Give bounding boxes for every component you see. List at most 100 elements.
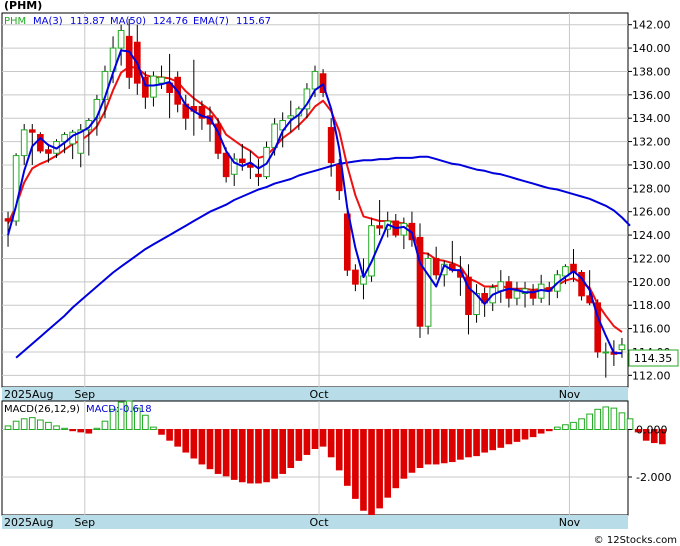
price-y-tick-label: 116.00 <box>632 323 671 336</box>
macd-bar <box>457 429 464 460</box>
macd-bar <box>206 429 214 470</box>
price-y-tick-label: 124.00 <box>632 229 671 242</box>
candle-body <box>287 115 295 119</box>
macd-bar <box>384 429 392 498</box>
candle-body <box>327 127 335 164</box>
macd-bar <box>376 429 383 509</box>
legend-ema7-value: 115.67 <box>236 16 271 27</box>
macd-x-tick-label: Oct <box>310 516 330 529</box>
macd-bar <box>432 429 440 465</box>
price-x-tick-label: Oct <box>310 388 330 401</box>
macd-bar <box>416 429 424 468</box>
macd-bar <box>327 429 335 458</box>
macd-bar <box>12 420 20 430</box>
candle-body <box>424 257 432 327</box>
legend-ticker: PHM <box>4 16 26 27</box>
macd-bar <box>513 429 521 442</box>
macd-bar <box>610 407 618 430</box>
macd-bar <box>198 429 206 465</box>
legend-ma3-value: 113.87 <box>70 16 105 27</box>
legend-ma3-label: MA(3) <box>33 16 63 27</box>
macd-y-axis: 0.000 -2.000 <box>628 424 671 484</box>
candle-body <box>158 76 165 84</box>
macd-bar <box>222 429 230 477</box>
macd-bar <box>554 426 561 430</box>
macd-bar <box>408 429 416 473</box>
macd-bar <box>335 429 343 471</box>
macd-bar <box>368 429 375 516</box>
macd-bar <box>562 424 569 430</box>
candle-body <box>352 269 359 285</box>
macd-bar <box>69 429 76 432</box>
macd-bar <box>602 406 610 430</box>
macd-bar <box>497 429 505 448</box>
macd-bar <box>537 429 545 434</box>
macd-bar <box>465 429 472 458</box>
candle-body <box>20 129 28 157</box>
macd-bar <box>545 429 553 432</box>
legend-ma50-label: MA(50) <box>110 16 146 27</box>
macd-bar <box>230 429 238 480</box>
macd-bar <box>618 412 626 430</box>
macd-bar <box>53 425 60 430</box>
macd-bar <box>529 429 537 438</box>
candle-body <box>618 344 626 351</box>
macd-bar <box>142 414 149 430</box>
candle-body <box>376 225 383 229</box>
macd-legend-label: MACD:-0.618 <box>86 404 152 415</box>
candle-body <box>222 152 230 178</box>
macd-bar <box>440 429 448 464</box>
macd-bar <box>360 429 367 511</box>
candle-body <box>416 236 424 327</box>
legend-ema7-label: EMA(7) <box>193 16 229 27</box>
price-y-axis: 112.00114.00116.00118.00120.00122.00124.… <box>628 19 671 382</box>
price-y-tick-label: 128.00 <box>632 182 671 195</box>
macd-bar <box>521 429 529 440</box>
macd-bar <box>166 429 173 441</box>
macd-x-tick-label: 2025Aug <box>4 516 53 529</box>
macd-bar <box>473 429 480 457</box>
macd-x-tick-label: Nov <box>559 516 581 529</box>
macd-bar <box>93 427 101 430</box>
macd-bar <box>255 429 262 484</box>
price-y-tick-label: 140.00 <box>632 42 671 55</box>
macd-bar <box>271 429 278 479</box>
candle-body <box>513 290 521 299</box>
macd-bar <box>392 429 400 489</box>
candle-body <box>238 158 246 164</box>
macd-bar <box>263 429 270 483</box>
candle-body <box>125 35 133 78</box>
macd-bar <box>45 421 52 430</box>
macd-bar <box>61 427 68 430</box>
candle-body <box>45 149 52 154</box>
macd-bar <box>214 429 222 474</box>
macd-bar <box>481 429 488 453</box>
candle-body <box>311 70 319 90</box>
price-y-tick-label: 118.00 <box>632 299 671 312</box>
price-y-tick-label: 120.00 <box>632 276 671 289</box>
price-x-tick-label: Sep <box>74 388 95 401</box>
macd-bar <box>190 429 198 459</box>
price-y-tick-label: 122.00 <box>632 252 671 265</box>
candle-body <box>37 134 44 152</box>
macd-bar <box>101 420 109 430</box>
macd-y-tick-label: -2.000 <box>636 471 671 484</box>
candle-body <box>4 218 12 222</box>
macd-bar <box>287 429 295 468</box>
price-y-tick-label: 142.00 <box>632 19 671 32</box>
last-price-tag: 114.35 <box>628 349 679 367</box>
macd-bar <box>20 418 28 430</box>
macd-bar <box>626 418 634 430</box>
price-y-tick-label: 134.00 <box>632 112 671 125</box>
chart-canvas: 112.00114.00116.00118.00120.00122.00124.… <box>1 0 679 546</box>
candle-body <box>602 351 610 354</box>
macd-bar <box>295 429 303 461</box>
macd-bar <box>319 429 327 447</box>
macd-bar <box>4 425 12 430</box>
price-y-tick-label: 112.00 <box>632 369 671 382</box>
macd-bar <box>311 429 319 449</box>
candle-body <box>117 30 125 49</box>
macd-bar <box>400 429 408 479</box>
footer-credit: © 12Stocks.com <box>594 535 677 546</box>
candle-body <box>150 75 157 98</box>
